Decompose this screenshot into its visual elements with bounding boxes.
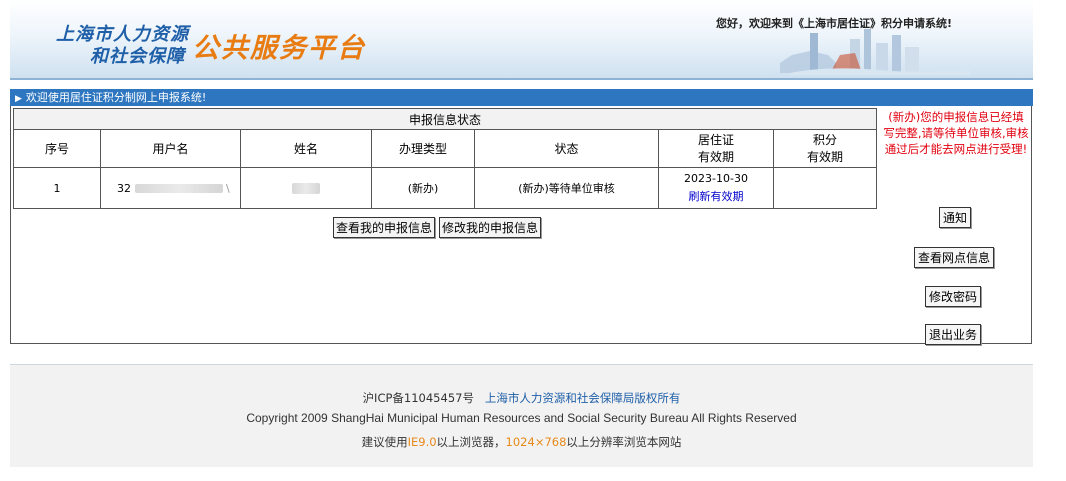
application-status-table: 申报信息状态 序号 用户名 姓名 办理类型 状态 居住证 有效期 积分 有效期 … [13, 108, 877, 209]
cell-index: 1 [13, 167, 101, 209]
copyright-holder-link[interactable]: 上海市人力资源和社会保障局版权所有 [485, 391, 681, 405]
col-header-points-validity: 积分 有效期 [773, 129, 877, 168]
modify-my-application-button[interactable]: 修改我的申报信息 [439, 217, 542, 238]
icp-number: 沪ICP备11045457号 [362, 391, 474, 405]
logo-platform-title: 公共服务平台 [192, 33, 366, 64]
cell-residence-validity: 2023-10-30 刷新有效期 [658, 167, 774, 209]
right-side-panel: (新办)您的申报信息已经填写完整,请等待单位审核,审核通过后才能去网点进行受理!… [879, 106, 1031, 345]
redacted-name [292, 183, 320, 194]
suggest-browser: IE9.0 [407, 435, 437, 449]
table-caption: 申报信息状态 [13, 108, 877, 130]
suggest-resolution: 1024×768 [505, 435, 567, 449]
col-header-points-line1: 积分 [812, 132, 837, 147]
cell-points-validity [773, 167, 877, 209]
table-row: 1 32 \ (新办) (新办)等待单位审核 2023-10-30 刷新有效期 [13, 167, 877, 209]
suggest-prefix: 建议使用 [361, 435, 408, 449]
username-suffix: \ [226, 181, 230, 195]
col-header-index: 序号 [13, 129, 101, 168]
welcome-bar-text: 欢迎使用居住证积分制网上申报系统! [25, 91, 207, 104]
change-password-button[interactable]: 修改密码 [925, 286, 982, 307]
cell-name [240, 167, 372, 209]
footer-line-icp: 沪ICP备11045457号 上海市人力资源和社会保障局版权所有 [10, 390, 1033, 406]
username-prefix: 32 [117, 181, 131, 195]
col-header-residence-validity: 居住证 有效期 [658, 129, 774, 168]
cell-status: (新办)等待单位审核 [474, 167, 659, 209]
footer: 沪ICP备11045457号 上海市人力资源和社会保障局版权所有 Copyrig… [10, 364, 1033, 467]
header-banner: 上海市人力资源 和社会保障 公共服务平台 您好，欢迎来到《上海市居住证》积分申请… [10, 0, 1033, 80]
col-header-name: 姓名 [240, 129, 372, 168]
logout-button[interactable]: 退出业务 [925, 324, 982, 345]
col-header-residence-line1: 居住证 [697, 132, 734, 147]
col-header-status: 状态 [474, 129, 659, 168]
table-header-row: 序号 用户名 姓名 办理类型 状态 居住证 有效期 积分 有效期 [13, 129, 877, 168]
suggest-mid: 以上浏览器， [436, 435, 506, 449]
welcome-bar: ▶ 欢迎使用居住证积分制网上申报系统! [10, 89, 1033, 106]
col-header-points-line2: 有效期 [806, 149, 843, 164]
refresh-validity-link[interactable]: 刷新有效期 [689, 190, 744, 203]
view-my-application-button[interactable]: 查看我的申报信息 [333, 217, 436, 238]
col-header-residence-line2: 有效期 [697, 149, 734, 164]
footer-copyright: Copyright 2009 ShangHai Municipal Human … [246, 411, 797, 425]
logo-text-line2: 和社会保障 [90, 46, 185, 67]
main-panel: 申报信息状态 序号 用户名 姓名 办理类型 状态 居住证 有效期 积分 有效期 … [10, 106, 1032, 345]
status-notice: (新办)您的申报信息已经填写完整,请等待单位审核,审核通过后才能去网点进行受理! [883, 110, 1029, 156]
action-button-row: 查看我的申报信息 修改我的申报信息 [333, 217, 545, 238]
cell-type: (新办) [371, 167, 475, 209]
col-header-username: 用户名 [100, 129, 241, 168]
cell-username: 32 \ [100, 167, 241, 209]
residence-date: 2023-10-30 [684, 172, 748, 185]
suggest-suffix: 以上分辨率浏览本网站 [566, 435, 682, 449]
col-header-type: 办理类型 [371, 129, 475, 168]
skyline-illustration [780, 29, 970, 75]
redacted-username [134, 184, 223, 193]
view-outlets-button[interactable]: 查看网点信息 [914, 247, 995, 268]
notify-button[interactable]: 通知 [939, 207, 972, 228]
footer-browser-suggestion: 建议使用IE9.0以上浏览器，1024×768以上分辨率浏览本网站 [10, 434, 1033, 450]
